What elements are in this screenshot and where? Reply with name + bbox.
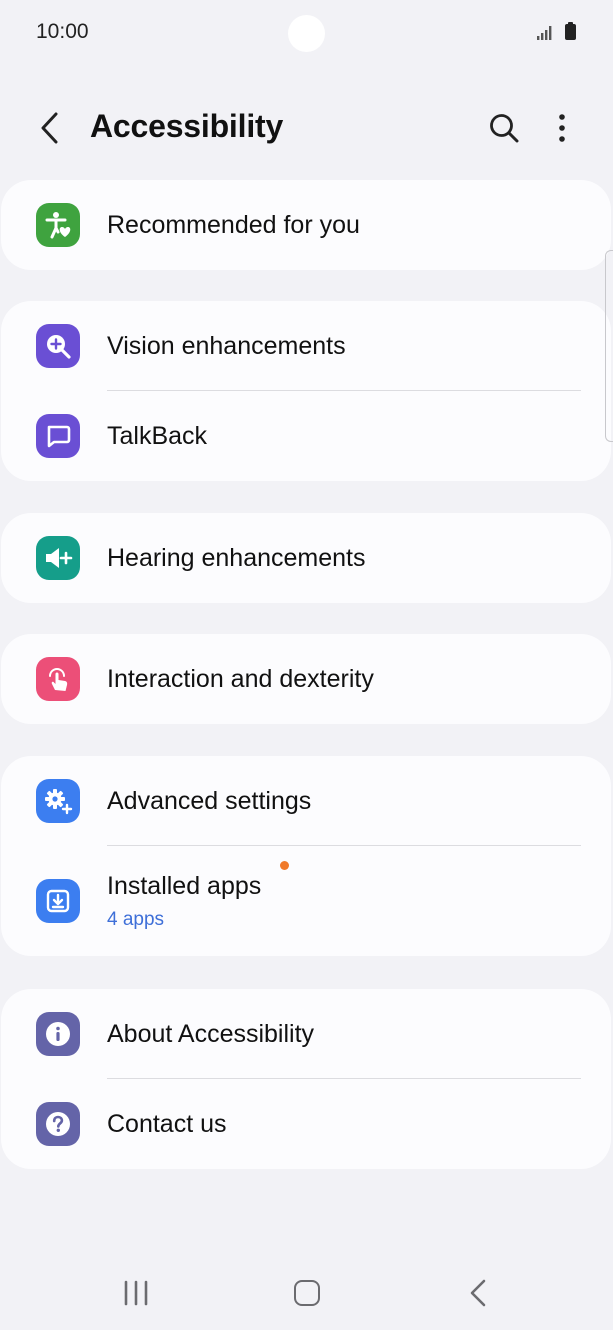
list-item-recommended[interactable]: Recommended for you bbox=[1, 180, 611, 270]
item-label: About Accessibility bbox=[107, 1019, 315, 1048]
home-button-icon[interactable] bbox=[294, 1280, 320, 1306]
item-label: Interaction and dexterity bbox=[107, 664, 374, 693]
list-item-talkback[interactable]: TalkBack bbox=[1, 391, 611, 481]
nav-back-icon[interactable] bbox=[466, 1278, 492, 1308]
list-item-vision-enhancements[interactable]: Vision enhancements bbox=[1, 301, 611, 391]
card-about: About Accessibility Contact us bbox=[1, 989, 611, 1169]
card-vision: Vision enhancements TalkBack bbox=[1, 301, 611, 481]
question-icon bbox=[36, 1102, 80, 1146]
speech-bubble-icon bbox=[36, 414, 80, 458]
new-badge-dot bbox=[280, 861, 289, 870]
item-sublabel: 4 apps bbox=[107, 908, 165, 930]
magnifier-plus-icon bbox=[36, 324, 80, 368]
item-label: Advanced settings bbox=[107, 786, 312, 815]
list-item-about-accessibility[interactable]: About Accessibility bbox=[1, 989, 611, 1079]
list-item-hearing-enhancements[interactable]: Hearing enhancements bbox=[1, 513, 611, 603]
page-title: Accessibility bbox=[90, 108, 284, 144]
item-label: Hearing enhancements bbox=[107, 543, 366, 572]
list-item-installed-apps[interactable]: Installed apps 4 apps bbox=[1, 846, 611, 956]
front-camera-cutout bbox=[288, 15, 325, 52]
touch-hand-icon bbox=[36, 657, 80, 701]
app-bar: Accessibility bbox=[0, 96, 613, 160]
chevron-left-icon bbox=[41, 112, 58, 144]
search-icon bbox=[490, 114, 519, 143]
info-icon bbox=[36, 1012, 80, 1056]
more-options-button[interactable] bbox=[542, 106, 582, 150]
item-label: Vision enhancements bbox=[107, 331, 346, 360]
list-item-contact-us[interactable]: Contact us bbox=[1, 1079, 611, 1169]
status-time: 10:00 bbox=[36, 20, 89, 43]
item-label: Installed apps bbox=[107, 871, 262, 900]
scroll-indicator[interactable] bbox=[605, 250, 613, 442]
signal-battery-icon bbox=[537, 22, 576, 40]
card-recommended: Recommended for you bbox=[1, 180, 611, 270]
list-item-advanced-settings[interactable]: Advanced settings bbox=[1, 756, 611, 846]
back-button[interactable] bbox=[30, 108, 70, 148]
search-button[interactable] bbox=[482, 106, 526, 150]
more-vertical-icon bbox=[559, 114, 565, 142]
status-bar: 10:00 bbox=[0, 0, 613, 64]
speaker-plus-icon bbox=[36, 536, 80, 580]
item-label: Recommended for you bbox=[107, 210, 360, 239]
download-box-icon bbox=[36, 879, 80, 923]
card-interaction: Interaction and dexterity bbox=[1, 634, 611, 724]
recent-apps-icon[interactable] bbox=[120, 1278, 152, 1308]
card-advanced: Advanced settings Installed apps 4 apps bbox=[1, 756, 611, 956]
system-nav-bar bbox=[0, 1262, 613, 1324]
accessibility-heart-icon bbox=[36, 203, 80, 247]
gear-plus-icon bbox=[36, 779, 80, 823]
item-label: TalkBack bbox=[107, 421, 208, 450]
item-label: Contact us bbox=[107, 1109, 227, 1138]
list-item-interaction-dexterity[interactable]: Interaction and dexterity bbox=[1, 634, 611, 724]
card-hearing: Hearing enhancements bbox=[1, 513, 611, 603]
